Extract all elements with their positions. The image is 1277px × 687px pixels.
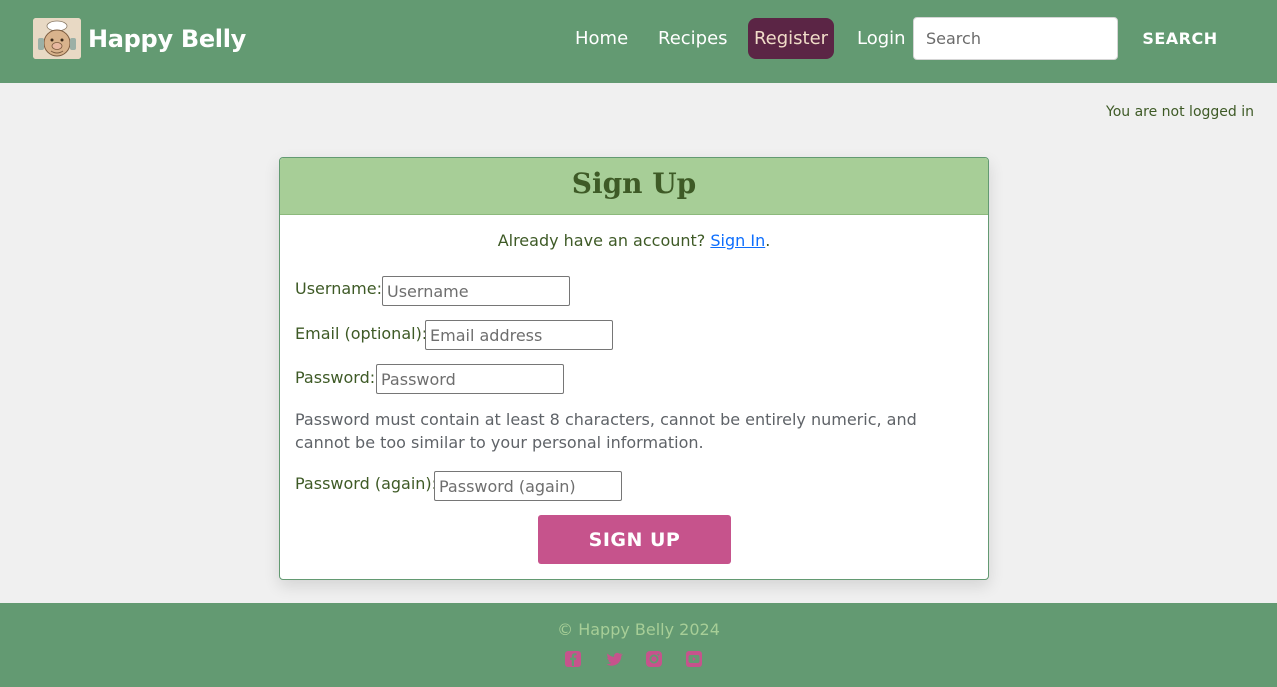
nav-link-register[interactable]: Register	[748, 18, 834, 59]
brand-link[interactable]: Happy Belly	[33, 18, 246, 59]
login-status: You are not logged in	[1106, 104, 1254, 120]
username-label: Username:	[295, 279, 382, 298]
brand-name: Happy Belly	[88, 24, 247, 53]
password-field[interactable]	[376, 364, 564, 394]
signin-prompt-suffix: .	[765, 231, 771, 250]
twitter-icon[interactable]	[604, 649, 624, 669]
navbar: Happy Belly Home Recipes Register Login …	[0, 0, 1277, 83]
password-again-field[interactable]	[434, 471, 622, 501]
search-input[interactable]	[913, 17, 1118, 60]
signup-button[interactable]: SIGN UP	[538, 515, 731, 564]
instagram-icon[interactable]	[644, 649, 664, 669]
youtube-icon[interactable]	[684, 649, 704, 669]
copyright-text: © Happy Belly 2024	[557, 620, 720, 639]
chef-pig-logo-icon	[33, 18, 81, 59]
password-help-text: Password must contain at least 8 charact…	[295, 410, 917, 452]
footer: © Happy Belly 2024	[0, 603, 1277, 687]
username-field[interactable]	[382, 276, 570, 306]
password-label: Password:	[295, 368, 376, 387]
password-again-label: Password (again):	[295, 474, 438, 493]
signin-prompt-text: Already have an account?	[497, 231, 706, 250]
signup-card: Sign Up Already have an account? Sign In…	[279, 157, 989, 580]
nav-link-login[interactable]: Login	[857, 18, 906, 59]
page-title: Sign Up	[571, 167, 697, 200]
signup-card-header: Sign Up	[280, 158, 988, 215]
search-button[interactable]: SEARCH	[1134, 18, 1226, 59]
facebook-icon[interactable]	[563, 649, 583, 669]
nav-link-recipes[interactable]: Recipes	[658, 18, 728, 59]
email-label: Email (optional):	[295, 324, 428, 343]
nav-link-home[interactable]: Home	[575, 18, 628, 59]
email-field[interactable]	[425, 320, 613, 350]
signin-link[interactable]: Sign In	[710, 231, 765, 250]
signin-prompt: Already have an account? Sign In.	[280, 231, 988, 250]
